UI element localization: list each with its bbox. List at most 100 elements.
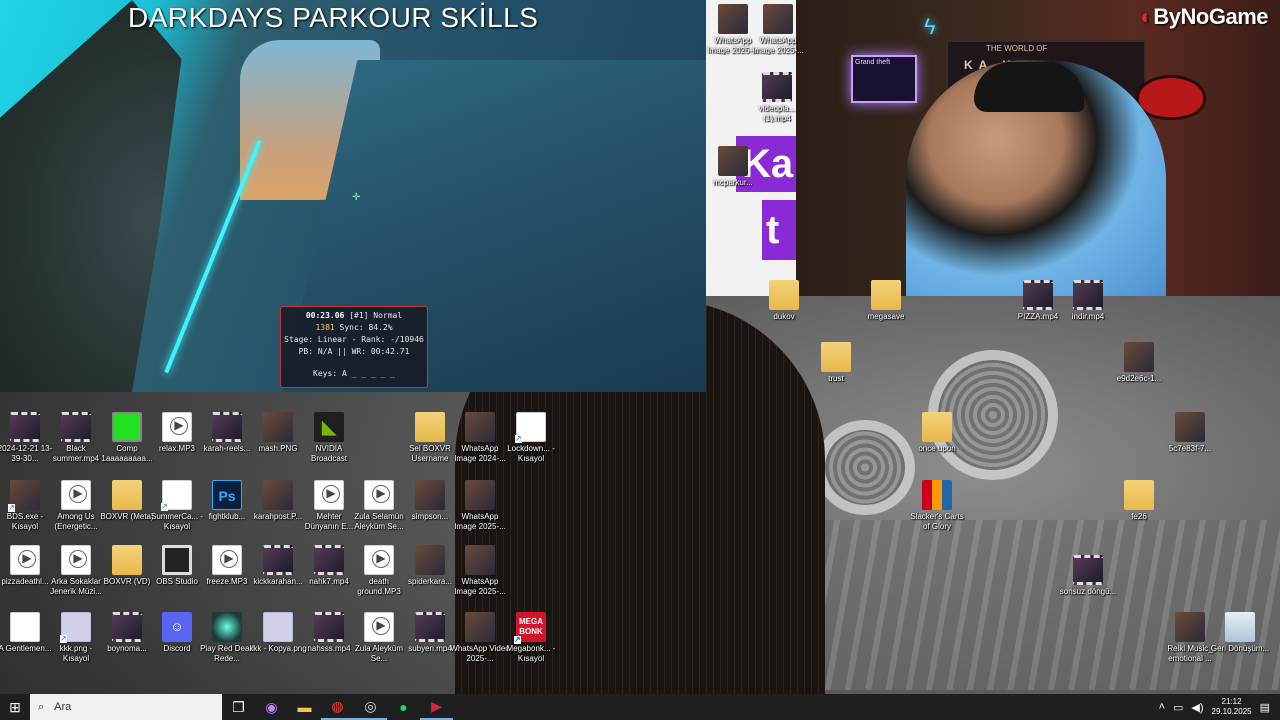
video-icon — [61, 412, 91, 442]
task-view-icon: ❐ — [232, 698, 245, 715]
neon-sign: Grand theft — [851, 55, 917, 103]
windows-icon: ⊞ — [9, 698, 21, 715]
obs-icon: ◎ — [364, 697, 377, 714]
volume-icon[interactable]: ◀) — [1191, 701, 1203, 714]
video-icon — [112, 612, 142, 642]
desktop-icon-label: 5c7e83f-7... — [1168, 444, 1212, 453]
folder-icon — [871, 280, 901, 310]
play-icon: ▶ — [431, 697, 442, 714]
folder-icon — [112, 480, 142, 510]
desktop-icon[interactable]: MEGA BONKMegabonk... - Kısayol — [501, 612, 561, 663]
desktop-icon-label: megasave — [867, 312, 905, 321]
desktop-icon-label: videopla... (1).mp4 — [758, 104, 796, 123]
video-icon — [1073, 280, 1103, 310]
desktop: Ka t DARKDAYS PARKOUR SKİLLS ✛ 00:23.06 … — [0, 0, 1280, 720]
video-icon — [415, 612, 445, 642]
folder-icon — [112, 545, 142, 575]
search-icon: ⌕ — [38, 700, 45, 713]
game-title: DARKDAYS PARKOUR SKİLLS — [128, 2, 539, 33]
taskbar-obs[interactable]: ◎ — [354, 694, 387, 720]
hud-sync: Sync: 84.2% — [339, 323, 393, 332]
blank-icon — [161, 480, 192, 511]
file-icon — [162, 412, 192, 442]
task-view-button[interactable]: ❐ — [222, 694, 255, 720]
lips-decor — [1136, 75, 1206, 120]
folder-icon — [1124, 480, 1154, 510]
ppt-icon — [263, 612, 293, 642]
folder-icon — [922, 412, 952, 442]
desktop-icon[interactable]: trust — [806, 342, 866, 384]
network-icon[interactable]: ▭ — [1173, 701, 1183, 714]
taskbar-chrome[interactable]: ◍ — [321, 694, 354, 720]
ps-icon: Ps — [212, 480, 242, 510]
desktop-icon-label: dukov — [773, 312, 795, 321]
desktop-icon-label: WhatsApp Image 2025-... — [454, 577, 506, 596]
desktop-icon[interactable]: WhatsApp Image 2025-... — [450, 545, 510, 596]
file-icon — [212, 545, 242, 575]
taskbar: ⊞ ⌕ Ara ❐ ◉ ▬ ◍ ◎ ● ▶ ˄ ▭ ◀) 21:12 29.10… — [0, 694, 1280, 720]
desktop-icon[interactable]: megasave — [856, 280, 916, 322]
desktop-icon-label: WhatsApp Image 2025-... — [752, 36, 804, 55]
video-icon — [762, 72, 792, 102]
desktop-icon[interactable]: dukov — [754, 280, 814, 322]
start-button[interactable]: ⊞ — [0, 694, 30, 720]
desktop-icon[interactable]: Lockdown... - Kısayol — [501, 412, 561, 463]
wallpaper-helmet — [815, 420, 915, 515]
desktop-icon[interactable]: Geri Dönüşüm... — [1210, 612, 1270, 654]
desktop-icon[interactable]: Slacker's Carts of Glory — [907, 480, 967, 531]
folder-icon — [769, 280, 799, 310]
taskbar-app-avatar[interactable]: ◉ — [255, 694, 288, 720]
desktop-icon-label: sonsuz döngü... — [1059, 587, 1117, 596]
speedrun-hud: 00:23.06 [#1] Normal 1381 Sync: 84.2% St… — [280, 306, 428, 388]
desktop-icon-label: e9d2e6c-1... — [1116, 374, 1162, 383]
crosshair-icon: ✛ — [352, 192, 361, 203]
hud-mode: [#1] Normal — [349, 311, 403, 320]
avatar-icon: ◉ — [265, 698, 278, 715]
folder-icon — [821, 342, 851, 372]
clock[interactable]: 21:12 29.10.2025 — [1212, 697, 1252, 717]
file-icon — [364, 612, 394, 642]
desktop-icon[interactable]: videopla... (1).mp4 — [747, 72, 807, 123]
photo-icon — [465, 480, 495, 510]
file-icon — [61, 480, 91, 510]
video-icon — [10, 412, 40, 442]
photo-icon — [1175, 412, 1205, 442]
desktop-icon[interactable]: ◣ NVIDIA Broadcast — [299, 412, 359, 463]
desktop-icon[interactable]: e9d2e6c-1... — [1109, 342, 1169, 384]
hud-timer: 00:23.06 — [305, 311, 345, 320]
file-icon — [364, 480, 394, 510]
photo-icon — [465, 412, 495, 442]
desktop-icon[interactable]: mcparkur... — [703, 146, 763, 188]
notification-icon[interactable]: ▤ — [1260, 701, 1270, 714]
desktop-icon[interactable]: indir.mp4 — [1058, 280, 1118, 322]
folder-icon: ▬ — [297, 699, 312, 715]
photo-icon — [8, 480, 40, 512]
desktop-icon[interactable]: 5c7e83f-7... — [1160, 412, 1220, 454]
photo-icon — [1124, 342, 1154, 372]
desktop-icon[interactable]: sonsuz döngü... — [1058, 555, 1118, 597]
desktop-icon[interactable]: fe26 — [1109, 480, 1169, 522]
photo-icon — [1175, 612, 1205, 642]
video-icon — [1023, 280, 1053, 310]
desktop-icon-label: WhatsApp Image 2025-... — [454, 512, 506, 531]
taskbar-spotify[interactable]: ● — [387, 694, 420, 720]
video-icon — [1073, 555, 1103, 585]
search-box[interactable]: ⌕ Ara — [30, 694, 222, 720]
desktop-icon-label: mcparkur... — [713, 178, 753, 187]
taskbar-file-explorer[interactable]: ▬ — [288, 694, 321, 720]
game-window[interactable]: DARKDAYS PARKOUR SKİLLS ✛ 00:23.06 [#1] … — [0, 0, 706, 392]
photo-icon — [465, 545, 495, 575]
brand-name: ByNoGame — [1153, 4, 1268, 29]
desktop-icon[interactable]: WhatsApp Image 2025-... — [450, 480, 510, 531]
desktop-icon[interactable]: WhatsApp Image 2025-... — [748, 4, 808, 55]
brand-mark-icon: ◖ — [1137, 4, 1151, 29]
desktop-icon-label: Megabonk... - Kısayol — [506, 644, 556, 663]
photo-icon — [465, 612, 495, 642]
clock-time: 21:12 — [1221, 697, 1242, 706]
chevron-up-icon[interactable]: ˄ — [1159, 701, 1165, 713]
strip-text-t: t — [762, 200, 796, 260]
desktop-icon[interactable]: once upon — [907, 412, 967, 454]
taskbar-media-player[interactable]: ▶ — [420, 694, 453, 720]
poster-subtitle: THE WORLD OF — [986, 44, 1048, 53]
blank-icon — [515, 412, 546, 443]
